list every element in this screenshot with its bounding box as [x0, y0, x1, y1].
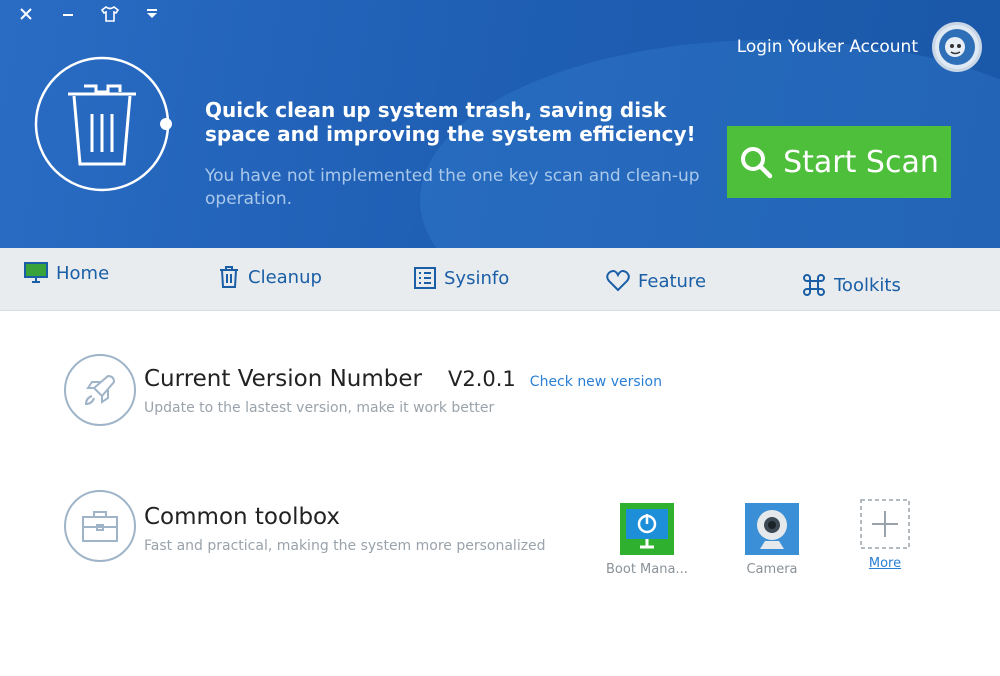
- start-scan-button[interactable]: Start Scan: [727, 126, 951, 198]
- toolbox-title: Common toolbox: [144, 504, 341, 530]
- boot-manager-icon: [619, 503, 674, 555]
- toolbox-section: Common toolbox Fast and practical, makin…: [64, 490, 546, 562]
- version-subtitle: Update to the lastest version, make it w…: [144, 400, 495, 416]
- minimize-icon: [63, 14, 73, 16]
- close-window-button[interactable]: [16, 4, 36, 24]
- version-title: Current Version Number: [144, 366, 422, 392]
- toolbox-circle: [64, 490, 136, 562]
- tab-sysinfo-label: Sysinfo: [444, 267, 510, 289]
- tab-feature[interactable]: Feature: [606, 270, 706, 292]
- check-new-version-link[interactable]: Check new version: [530, 374, 662, 390]
- search-icon: [741, 147, 773, 179]
- list-icon: [414, 267, 436, 289]
- rocket-icon: [84, 374, 116, 406]
- trash-can-icon: [68, 84, 136, 166]
- version-number: V2.0.1: [447, 367, 516, 391]
- minimize-window-button[interactable]: [58, 4, 78, 24]
- tab-feature-label: Feature: [638, 270, 707, 292]
- monitor-icon: [24, 262, 48, 283]
- header-headline: Quick clean up system trash, saving disk…: [205, 98, 696, 146]
- version-circle: [64, 354, 136, 426]
- menu-dropdown-button[interactable]: [142, 4, 162, 24]
- header-banner: Login Youker Account Quick clean up syst…: [0, 0, 1000, 262]
- trash-icon: [220, 266, 238, 288]
- header-subline: You have not implemented the one key sca…: [205, 166, 700, 209]
- tab-sysinfo[interactable]: Sysinfo: [414, 267, 509, 289]
- tool-more[interactable]: More: [860, 499, 910, 571]
- tab-cleanup[interactable]: Cleanup: [218, 265, 322, 289]
- window-controls: [16, 4, 162, 24]
- main-tab-bar: Home Cleanup Sysinfo Feature Toolkits: [0, 248, 1000, 311]
- shirt-icon: [101, 6, 119, 22]
- avatar[interactable]: [932, 22, 982, 72]
- skin-button[interactable]: [100, 4, 120, 24]
- tab-toolkits-label: Toolkits: [834, 274, 901, 296]
- dropdown-menu-icon: [147, 9, 157, 18]
- plus-icon: [860, 499, 910, 549]
- start-scan-label: Start Scan: [783, 144, 939, 180]
- tool-boot-manager-label: Boot Mana...: [606, 562, 688, 577]
- user-avatar-icon: [939, 29, 975, 65]
- trash-ring-graphic: [34, 56, 172, 192]
- tab-toolkits[interactable]: Toolkits: [802, 273, 901, 297]
- camera-icon: [745, 503, 799, 555]
- tool-boot-manager[interactable]: Boot Mana...: [606, 503, 688, 577]
- version-section: Current Version Number V2.0.1 Check new …: [64, 354, 662, 426]
- tool-camera[interactable]: Camera: [745, 503, 799, 577]
- toolbox-icon: [82, 511, 118, 542]
- command-icon: [803, 274, 825, 296]
- login-account-link[interactable]: Login Youker Account: [737, 37, 918, 57]
- tab-cleanup-label: Cleanup: [248, 266, 322, 288]
- tool-more-label[interactable]: More: [869, 556, 901, 571]
- heart-icon: [606, 270, 630, 292]
- toolbox-subtitle: Fast and practical, making the system mo…: [144, 538, 546, 554]
- tab-home[interactable]: Home: [24, 262, 109, 284]
- close-icon: [20, 8, 32, 20]
- tool-camera-label: Camera: [746, 562, 798, 577]
- tab-home-label: Home: [56, 262, 110, 284]
